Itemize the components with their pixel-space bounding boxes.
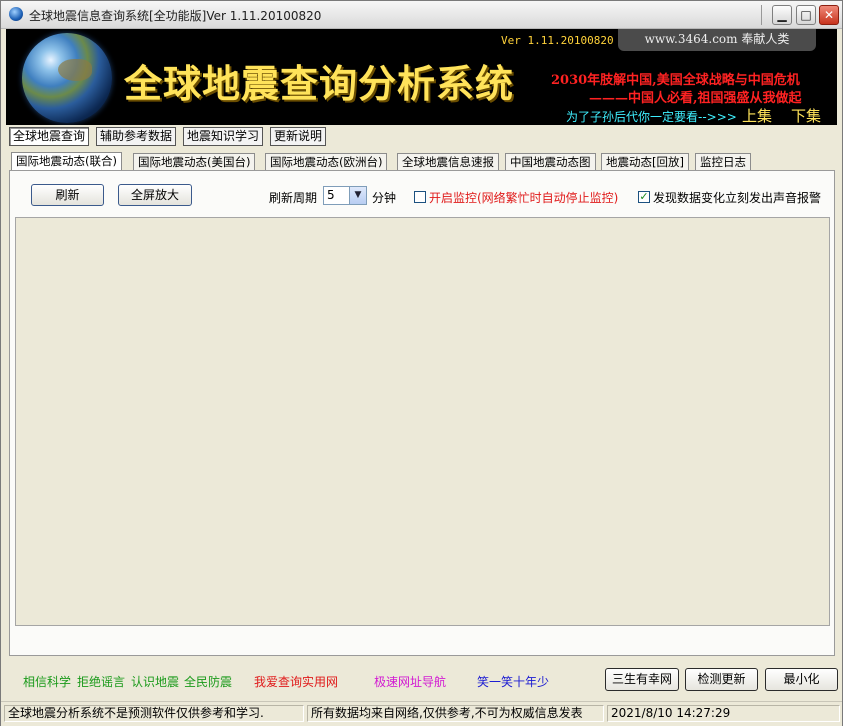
banner-version: Ver 1.11.20100820 [501,34,614,47]
sansheng-site-button[interactable]: 三生有幸网 [605,668,679,691]
globe-app-icon[interactable] [9,7,23,21]
tab-intl-europe[interactable]: 国际地震动态(欧洲台) [265,153,388,170]
banner-site-link[interactable]: www.3464.com 奉献人类 [618,29,816,51]
tab-intl-joint[interactable]: 国际地震动态(联合) [11,152,122,171]
footer-link-science[interactable]: 相信科学 [23,673,71,690]
app-window: 全球地震信息查询系统[全功能版]Ver 1.11.20100820 ▁ □ ✕ … [0,0,843,726]
alarm-checkbox[interactable]: ✓ [638,191,650,203]
earth-globe-icon [22,33,112,123]
main-button-earthquake-query[interactable]: 全球地震查询 [9,127,90,146]
banner: Ver 1.11.20100820 www.3464.com 奉献人类 全球地震… [6,29,837,125]
tab-intl-usgs[interactable]: 国际地震动态(美国台) [133,153,256,170]
main-button-knowledge[interactable]: 地震知识学习 [183,127,264,146]
status-time: 2021/8/10 14:27:29 [607,705,840,722]
tab-global-quick-report[interactable]: 全球地震信息速报 [397,153,499,170]
tab-monitor-log[interactable]: 监控日志 [695,153,751,170]
banner-title: 全球地震查询分析系统 [124,61,515,106]
main-button-changelog[interactable]: 更新说明 [270,127,327,146]
refresh-period-value: 5 [327,188,335,202]
fullscreen-button[interactable]: 全屏放大 [118,184,192,206]
chevron-down-icon[interactable]: ▼ [349,187,366,204]
status-disclaimer: 全球地震分析系统不是预测软件仅供参考和学习. [4,705,304,722]
prev-episode-link[interactable]: 上集 [742,105,772,125]
footer-link-query-site[interactable]: 我爱查询实用网 [254,673,338,690]
refresh-period-label: 刷新周期 [269,191,318,205]
minimize-button[interactable]: 最小化 [765,668,838,691]
status-data-source: 所有数据均来自网络,仅供参考,不可为权威信息发表 [307,705,604,722]
banner-slogan-link[interactable]: 2030年肢解中国,美国全球战略与中国危机 [551,69,800,88]
banner-hint: 为了子孙后代你一定要看-->>> [566,110,737,124]
window-title: 全球地震信息查询系统[全功能版]Ver 1.11.20100820 [29,9,322,23]
minimize-window-button[interactable]: ▁ [772,5,792,25]
footer-link-nav[interactable]: 极速网址导航 [374,673,446,690]
refresh-button[interactable]: 刷新 [31,184,104,206]
footer-link-rumor[interactable]: 拒绝谣言 [77,673,125,690]
title-bar[interactable]: 全球地震信息查询系统[全功能版]Ver 1.11.20100820 ▁ □ ✕ [1,1,842,29]
footer-link-laugh[interactable]: 笑一笑十年少 [477,673,549,690]
tab-replay[interactable]: 地震动态[回放] [601,153,689,170]
tab-china-map[interactable]: 中国地震动态图 [505,153,596,170]
footer-link-learn[interactable]: 认识地震 [131,673,179,690]
next-episode-link[interactable]: 下集 [791,105,821,125]
main-button-reference-data[interactable]: 辅助参考数据 [96,127,177,146]
monitor-checkbox[interactable] [414,191,426,203]
refresh-period-select[interactable]: 5 ▼ [323,186,367,205]
check-update-button[interactable]: 检测更新 [685,668,758,691]
refresh-period-unit: 分钟 [372,191,397,205]
monitor-label[interactable]: 开启监控(网络繁忙时自动停止监控) [429,189,618,206]
titlebar-separator [761,5,768,25]
close-window-button[interactable]: ✕ [819,5,839,25]
content-area[interactable] [15,217,830,626]
maximize-window-button[interactable]: □ [796,5,816,25]
alarm-label[interactable]: 发现数据变化立刻发出声音报警 [653,189,821,206]
status-bar: 全球地震分析系统不是预测软件仅供参考和学习. 所有数据均来自网络,仅供参考,不可… [1,701,842,726]
banner-slogan-2[interactable]: ———中国人必看,祖国强盛从我做起 [589,87,802,106]
footer-link-prevent[interactable]: 全民防震 [184,673,232,690]
